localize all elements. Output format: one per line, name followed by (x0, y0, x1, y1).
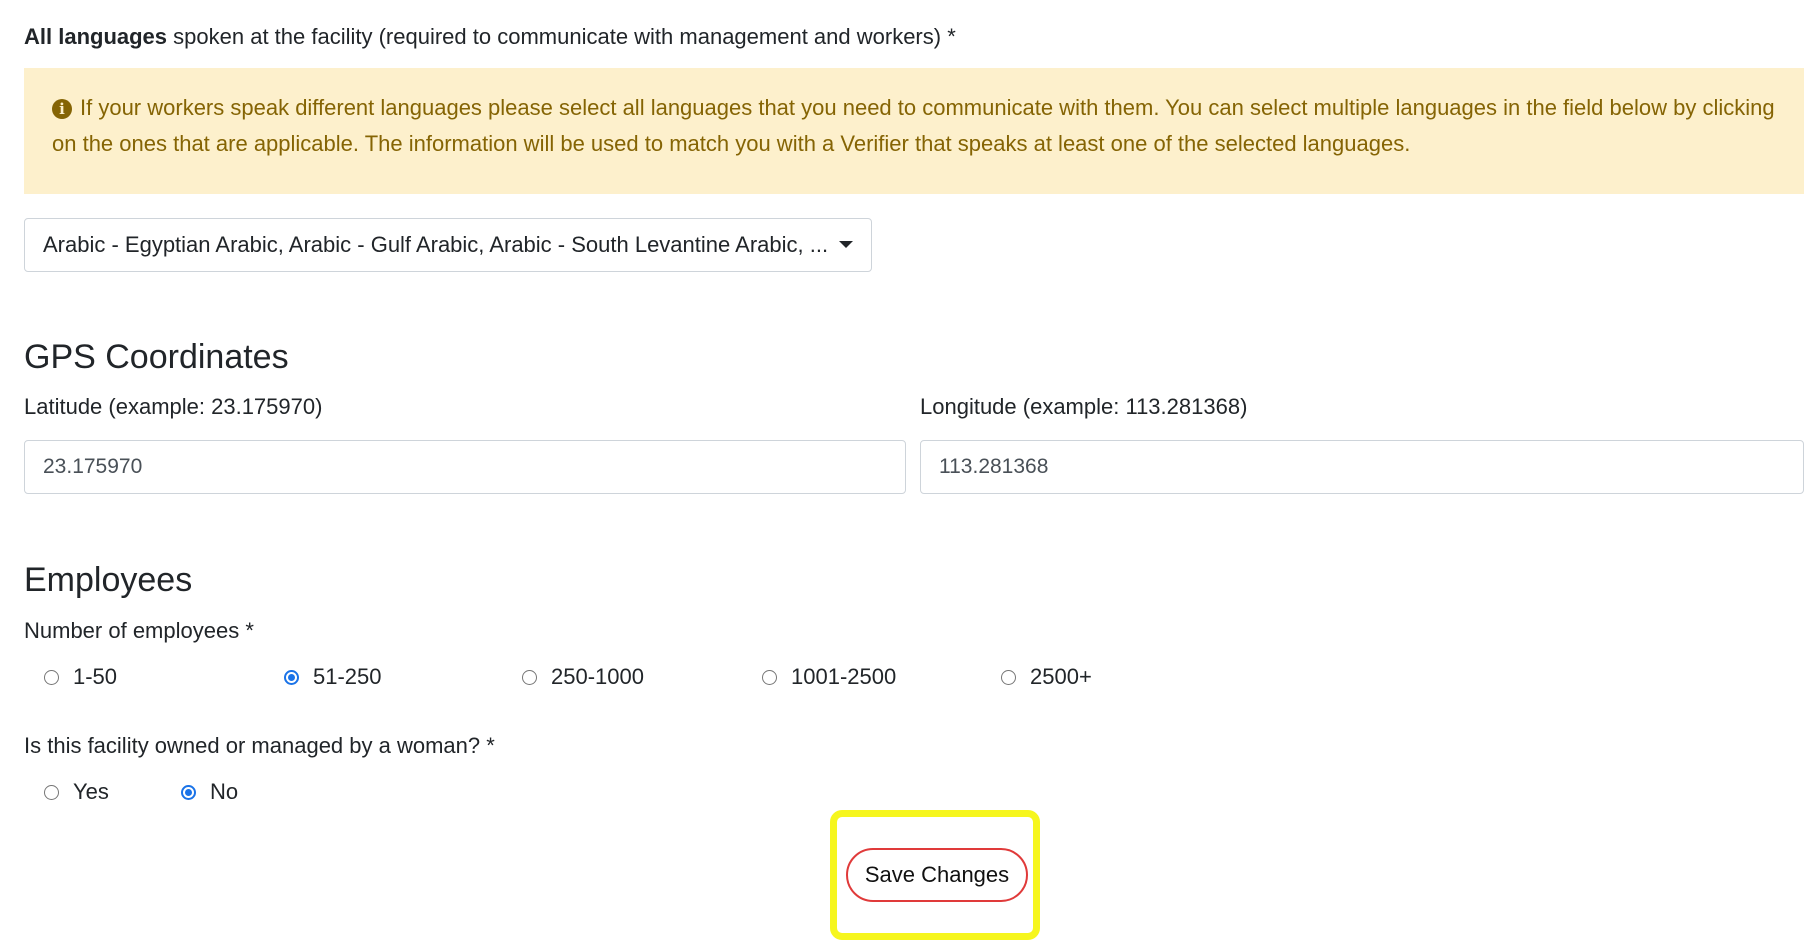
radio-label: Yes (73, 779, 109, 804)
employees-section-title: Employees (24, 561, 193, 599)
caret-down-icon (839, 241, 853, 248)
latitude-label: Latitude (example: 23.175970) (24, 394, 323, 419)
languages-info-alert: i If your workers speak different languag… (24, 68, 1804, 194)
employee-count-option-2500-plus[interactable]: 2500+ (1001, 662, 1092, 692)
languages-label-rest: spoken at the facility (required to comm… (167, 24, 956, 49)
radio-button-icon[interactable] (44, 669, 59, 685)
latitude-input[interactable]: 23.175970 (24, 440, 906, 494)
radio-button-selected-icon[interactable] (181, 784, 196, 800)
radio-label: 1001-2500 (791, 664, 897, 689)
radio-label: 250-1000 (551, 664, 644, 689)
radio-label: 1-50 (73, 664, 118, 689)
longitude-label: Longitude (example: 113.281368) (920, 394, 1248, 419)
radio-button-icon[interactable] (522, 669, 537, 685)
longitude-input[interactable]: 113.281368 (920, 440, 1804, 494)
languages-label: All languages spoken at the facility (re… (24, 24, 956, 50)
radio-button-icon[interactable] (1001, 669, 1016, 685)
languages-select-value: Arabic - Egyptian Arabic, Arabic - Gulf … (43, 232, 829, 257)
radio-label: No (210, 779, 239, 804)
alert-text: If your workers speak different language… (52, 95, 1775, 156)
radio-button-icon[interactable] (762, 669, 777, 685)
gps-section-title: GPS Coordinates (24, 338, 289, 376)
woman-owned-label: Is this facility owned or managed by a w… (24, 733, 495, 758)
languages-select[interactable]: Arabic - Egyptian Arabic, Arabic - Gulf … (24, 218, 872, 272)
radio-label: 51-250 (313, 664, 382, 689)
employee-count-option-1001-2500[interactable]: 1001-2500 (762, 662, 896, 692)
radio-button-selected-icon[interactable] (284, 669, 299, 685)
employee-count-label: Number of employees * (24, 618, 254, 643)
woman-owned-option-no[interactable]: No (181, 777, 238, 807)
save-changes-button[interactable]: Save Changes (846, 848, 1028, 902)
radio-button-icon[interactable] (44, 784, 59, 800)
info-icon: i (52, 99, 72, 119)
woman-owned-option-yes[interactable]: Yes (44, 777, 109, 807)
employee-count-option-51-250[interactable]: 51-250 (284, 662, 382, 692)
languages-label-bold: All languages (24, 24, 168, 49)
employee-count-option-1-50[interactable]: 1-50 (44, 662, 117, 692)
radio-label: 2500+ (1030, 664, 1092, 689)
employee-count-option-250-1000[interactable]: 250-1000 (522, 662, 644, 692)
